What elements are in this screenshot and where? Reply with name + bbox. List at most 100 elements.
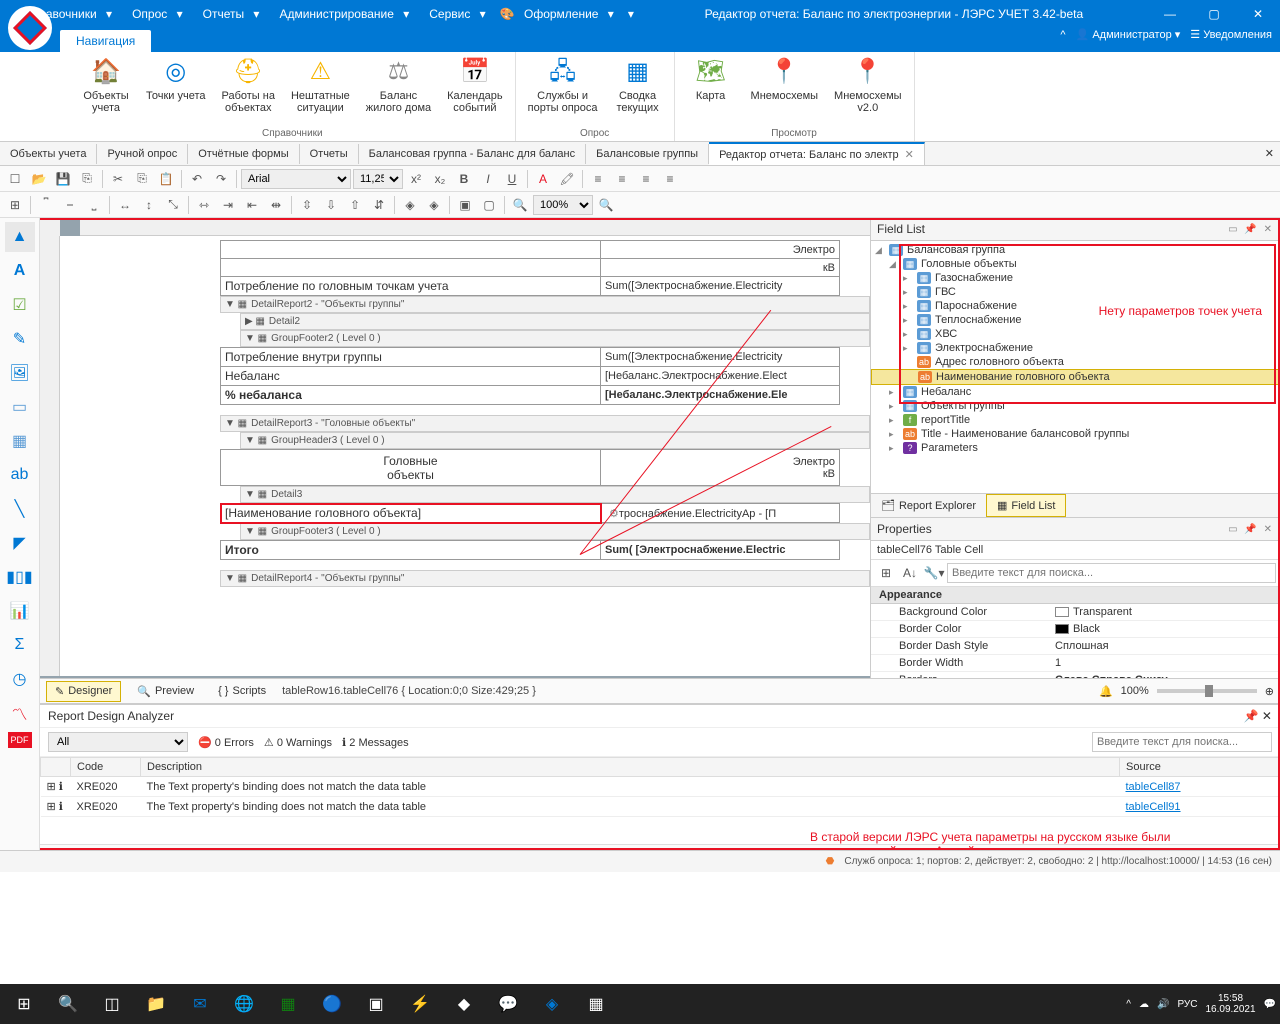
cell-electro-header[interactable]: Электро	[601, 241, 840, 259]
col-source[interactable]: Source	[1120, 758, 1280, 777]
hspace-inc-icon[interactable]: ⇥	[217, 194, 239, 216]
tab-preview[interactable]: 🔍 Preview	[129, 682, 202, 701]
cell-kv-header[interactable]: кВ	[601, 259, 840, 277]
line-tool[interactable]: ╲	[5, 494, 35, 524]
ribbon-Карта[interactable]: 🗺Карта	[679, 52, 743, 126]
panel-tool[interactable]: ▭	[5, 392, 35, 422]
zoom-out-icon[interactable]: 🔍	[509, 194, 531, 216]
band-groupfooter3[interactable]: ▼ ▦ GroupFooter3 ( Level 0 )	[240, 523, 870, 540]
doc-tab[interactable]: Ручной опрос	[97, 144, 188, 164]
ribbon-Баланс-жилого-дома[interactable]: ⚖Балансжилого дома	[358, 52, 439, 126]
undo-icon[interactable]: ↶	[186, 168, 208, 190]
italic-icon[interactable]: I	[477, 168, 499, 190]
tree-ГВС[interactable]: ▸▦ГВС	[871, 285, 1280, 299]
tab-group-sort[interactable]: ⊞ Group and Sort	[44, 849, 148, 850]
user-menu[interactable]: 👤 Администратор ▾	[1076, 28, 1181, 41]
cell-consumption-head-formula[interactable]: Sum([Электроснабжение.Electricity	[601, 277, 840, 296]
notifications-button[interactable]: ☰ Уведомления	[1190, 28, 1272, 41]
tree-Title - Наименование балансовой группы[interactable]: ▸abTitle - Наименование балансовой групп…	[871, 427, 1280, 441]
saveall-icon[interactable]: ⎘	[76, 168, 98, 190]
zoom-plus-icon[interactable]: ⊕	[1265, 685, 1274, 698]
hspace-rem-icon[interactable]: ⇹	[265, 194, 287, 216]
tree-Parameters[interactable]: ▸?Parameters	[871, 441, 1280, 455]
app1-icon[interactable]: ▣	[356, 984, 396, 1024]
edge-icon[interactable]: 🌐	[224, 984, 264, 1024]
font-size-select[interactable]: 11,25	[353, 169, 403, 189]
save-icon[interactable]: 💾	[52, 168, 74, 190]
prop-alpha-icon[interactable]: A↓	[899, 562, 921, 584]
band-detail2[interactable]: ▶ ▦ Detail2	[240, 313, 870, 330]
cell-unbalance-pct-formula[interactable]: [Небаланс.Электроснабжение.Ele	[601, 386, 840, 405]
outlook-icon[interactable]: ✉	[180, 984, 220, 1024]
errors-count[interactable]: ⛔ 0 Errors	[198, 736, 254, 749]
prop-wrench-icon[interactable]: 🔧▾	[923, 562, 945, 584]
app3-icon[interactable]: ◆	[444, 984, 484, 1024]
cell-consumption-inner-formula[interactable]: Sum([Электроснабжение.Electricity	[601, 348, 840, 367]
analyzer-row[interactable]: ⊞ ℹXRE020The Text property's binding doe…	[41, 797, 1280, 817]
center-h-icon[interactable]: ◈	[399, 194, 421, 216]
menu-theme[interactable]: 🎨 Оформление ▾	[494, 3, 620, 25]
center-v-icon[interactable]: ◈	[423, 194, 445, 216]
ribbon-Мнемосхемы-v2.0[interactable]: 📍Мнемосхемыv2.0	[826, 52, 910, 126]
new-icon[interactable]: ☐	[4, 168, 26, 190]
zoom-select[interactable]: 100%	[533, 195, 593, 215]
app4-icon[interactable]: ▦	[576, 984, 616, 1024]
zoom-slider[interactable]	[1157, 689, 1257, 693]
cell-selected-formula[interactable]: ⚙троснабжение.ElectricityAp - [П	[601, 504, 840, 523]
fontcolor-icon[interactable]: A	[532, 168, 554, 190]
tree-reportTitle[interactable]: ▸freportTitle	[871, 413, 1280, 427]
send-back-icon[interactable]: ▢	[478, 194, 500, 216]
zoom-in-icon[interactable]: 🔍	[595, 194, 617, 216]
label-tool[interactable]: A	[5, 256, 35, 286]
menu-otchety[interactable]: Отчеты ▾	[191, 3, 266, 25]
maximize-button[interactable]: ▢	[1192, 1, 1236, 27]
analyzer-filter-select[interactable]: All	[48, 732, 188, 752]
col-code[interactable]: Code	[71, 758, 141, 777]
cell-consumption-inner[interactable]: Потребление внутри группы	[221, 348, 601, 367]
tabs-close-all[interactable]: ✕	[1259, 147, 1280, 160]
ribbon-Сводка-текущих[interactable]: ▦Сводкатекущих	[606, 52, 670, 126]
doc-tab[interactable]: Объекты учета	[0, 144, 97, 164]
align-right-icon[interactable]: ≡	[635, 168, 657, 190]
tray-expand-icon[interactable]: ^	[1126, 999, 1131, 1010]
tray-lang[interactable]: РУС	[1177, 999, 1197, 1010]
align-justify-icon[interactable]: ≡	[659, 168, 681, 190]
panel-controls-2[interactable]: ▭ 📌 ✕	[1228, 524, 1274, 535]
ribbon-Точки-учета[interactable]: ◎Точки учета	[138, 52, 214, 126]
prop-Background-Color[interactable]: Background Color Transparent	[871, 604, 1280, 621]
vspace-rem-icon[interactable]: ⇵	[368, 194, 390, 216]
chart-tool[interactable]: 📊	[5, 596, 35, 626]
align-center-icon[interactable]: ≡	[611, 168, 633, 190]
font-family-select[interactable]: Arial	[241, 169, 351, 189]
col-description[interactable]: Description	[141, 758, 1120, 777]
gauge-tool[interactable]: ◷	[5, 664, 35, 694]
search-icon[interactable]: 🔍	[48, 984, 88, 1024]
cell-unbalance[interactable]: Небаланс	[221, 367, 601, 386]
vspace-eq-icon[interactable]: ⇳	[296, 194, 318, 216]
ribbon-Объекты-учета[interactable]: 🏠Объектыучета	[74, 52, 138, 126]
lers-icon[interactable]: ◈	[532, 984, 572, 1024]
whatsapp-icon[interactable]: 💬	[488, 984, 528, 1024]
analyzer-controls[interactable]: 📌 ✕	[1244, 709, 1272, 723]
tree-Головные объекты[interactable]: ◢▦Головные объекты	[871, 257, 1280, 271]
doc-tab[interactable]: Редактор отчета: Баланс по электр✕	[709, 142, 925, 165]
prop-categorized-icon[interactable]: ⊞	[875, 562, 897, 584]
app2-icon[interactable]: ⚡	[400, 984, 440, 1024]
prop-Border-Width[interactable]: Border Width1	[871, 655, 1280, 672]
redo-icon[interactable]: ↷	[210, 168, 232, 190]
vspace-inc-icon[interactable]: ⇩	[320, 194, 342, 216]
hspace-dec-icon[interactable]: ⇤	[241, 194, 263, 216]
tree-Адрес головного объекта[interactable]: abАдрес головного объекта	[871, 355, 1280, 369]
pointer-tool[interactable]: ▲	[5, 222, 35, 252]
band-detailreport3[interactable]: ▼ ▦ DetailReport3 - "Головные объекты"	[220, 415, 870, 432]
paste-icon[interactable]: 📋	[155, 168, 177, 190]
analyzer-row[interactable]: ⊞ ℹXRE020The Text property's binding doe…	[41, 777, 1280, 797]
tab-scripts[interactable]: { } Scripts	[210, 682, 274, 700]
superscript-icon[interactable]: x²	[405, 168, 427, 190]
copy-icon[interactable]: ⎘	[131, 168, 153, 190]
chrome-icon[interactable]: 🔵	[312, 984, 352, 1024]
close-button[interactable]: ✕	[1236, 1, 1280, 27]
band-detailreport4[interactable]: ▼ ▦ DetailReport4 - "Объекты группы"	[220, 570, 870, 587]
tree-Электроснабжение[interactable]: ▸▦Электроснабжение	[871, 341, 1280, 355]
richtext-tool[interactable]: ✎	[5, 324, 35, 354]
